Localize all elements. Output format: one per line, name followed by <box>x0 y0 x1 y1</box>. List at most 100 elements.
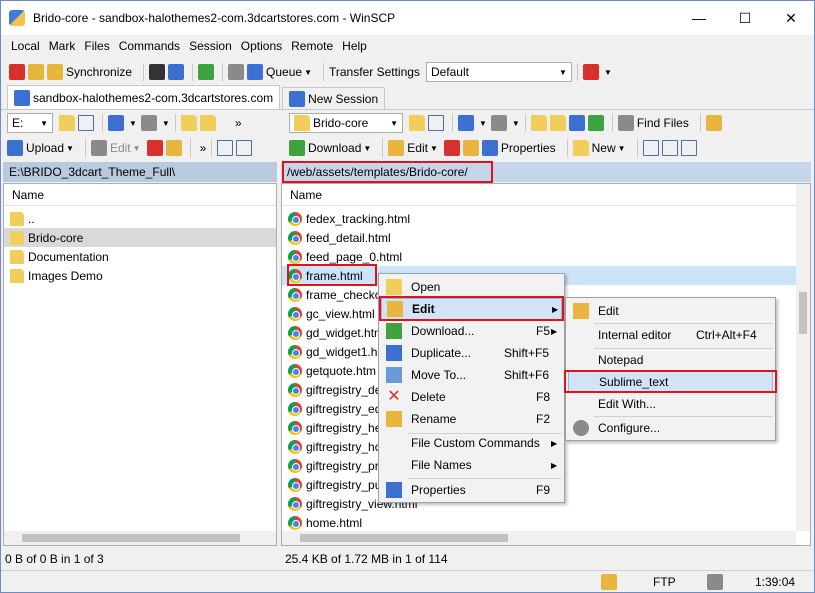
list-item[interactable]: Documentation <box>4 247 276 266</box>
submenu-item-notepad[interactable]: Notepad <box>568 349 773 371</box>
putty-icon[interactable] <box>168 64 185 80</box>
filter-icon[interactable] <box>78 115 94 131</box>
left-edit-button[interactable]: Edit ▼ <box>90 140 141 156</box>
more-chevron-icon[interactable]: » <box>200 141 207 155</box>
plus-select-icon[interactable] <box>217 140 234 156</box>
left-path-bar[interactable]: E:\BRIDO_3dcart_Theme_Full\ <box>3 162 277 182</box>
rename-icon[interactable] <box>462 140 479 156</box>
table-row[interactable]: feed_detail.html <box>282 228 796 247</box>
list-item[interactable]: Images Demo <box>4 266 276 285</box>
refresh-icon[interactable] <box>587 115 604 131</box>
menu-item-download[interactable]: Download... F5 ▶ <box>381 320 562 342</box>
more-chevron-icon[interactable]: » <box>235 116 242 130</box>
scrollbar-thumb[interactable] <box>300 534 508 542</box>
download-button[interactable]: Download ▼ <box>289 140 371 156</box>
left-horizontal-scrollbar[interactable] <box>4 531 276 545</box>
upload-button[interactable]: Upload ▼ <box>7 140 74 156</box>
menu-help[interactable]: Help <box>338 39 371 53</box>
filter-icon[interactable] <box>428 115 444 131</box>
close-button[interactable]: ✕ <box>768 1 814 35</box>
menu-mark[interactable]: Mark <box>45 39 80 53</box>
menu-item-open[interactable]: Open <box>381 276 562 298</box>
minus-select-icon[interactable] <box>236 140 253 156</box>
preferences-icon[interactable] <box>198 64 215 80</box>
table-row[interactable]: feed_page_0.html <box>282 247 796 266</box>
menu-item-move-to[interactable]: Move To... Shift+F6 <box>381 364 562 386</box>
menu-session[interactable]: Session <box>185 39 236 53</box>
menu-commands[interactable]: Commands <box>115 39 184 53</box>
forward-arrow-icon[interactable] <box>140 115 157 131</box>
toolbar-separator <box>143 63 145 81</box>
scrollbar-thumb[interactable] <box>799 292 807 334</box>
delete-icon[interactable] <box>443 140 460 156</box>
right-path-bar[interactable]: /web/assets/templates/Brido-core/ <box>281 162 811 182</box>
root-directory-icon[interactable] <box>549 115 566 131</box>
compare-directories-icon[interactable] <box>9 64 25 80</box>
console-icon[interactable] <box>149 64 166 80</box>
chevron-down-icon[interactable]: ▼ <box>129 119 137 128</box>
list-item[interactable]: .. <box>4 209 276 228</box>
submenu-item-configure[interactable]: Configure... <box>568 417 773 439</box>
open-folder-icon[interactable] <box>59 115 75 131</box>
chevron-down-icon[interactable]: ▼ <box>162 119 170 128</box>
rename-icon[interactable] <box>165 140 182 156</box>
winscp-window: Brido-core - sandbox-halothemes2-com.3dc… <box>0 0 815 593</box>
list-item[interactable]: Brido-core <box>4 228 276 247</box>
right-column-name[interactable]: Name <box>282 184 796 206</box>
new-button[interactable]: New ▼ <box>572 140 626 156</box>
tree-icon[interactable] <box>705 115 722 131</box>
submenu-item-sublime-text[interactable]: Sublime_text <box>568 371 773 393</box>
menu-item-file-names[interactable]: File Names ▶ <box>381 454 562 476</box>
right-vertical-scrollbar[interactable] <box>796 184 810 531</box>
right-horizontal-scrollbar[interactable] <box>282 531 796 545</box>
menu-item-rename[interactable]: Rename F2 <box>381 408 562 430</box>
gear-icon[interactable] <box>228 64 245 80</box>
table-row[interactable]: home.html <box>282 513 796 532</box>
left-drive-select[interactable]: E: ▼ <box>7 113 53 133</box>
find-files-button[interactable]: Find Files <box>617 115 689 131</box>
delete-icon[interactable] <box>146 140 163 156</box>
chevron-down-icon[interactable]: ▼ <box>604 68 612 77</box>
menu-options[interactable]: Options <box>237 39 286 53</box>
menu-item-file-custom-commands[interactable]: File Custom Commands ▶ <box>381 432 562 454</box>
plus-select-icon[interactable] <box>642 140 659 156</box>
table-row[interactable]: fedex_tracking.html <box>282 209 796 228</box>
maximize-button[interactable]: ☐ <box>722 1 768 35</box>
tab-session-sandbox[interactable]: sandbox-halothemes2-com.3dcartstores.com <box>7 85 281 109</box>
right-edit-button[interactable]: Edit ▼ <box>388 140 438 156</box>
chrome-html-icon <box>288 325 302 340</box>
filter-icon[interactable] <box>680 140 697 156</box>
parent-directory-icon[interactable] <box>180 115 197 131</box>
open-folder-icon[interactable] <box>409 115 425 131</box>
chevron-down-icon[interactable]: ▼ <box>512 119 520 128</box>
submenu-item-edit-with[interactable]: Edit With... <box>568 393 773 415</box>
submenu-item-edit[interactable]: Edit <box>568 300 773 322</box>
back-arrow-icon[interactable] <box>458 115 474 131</box>
menu-item-properties[interactable]: Properties F9 <box>381 479 562 501</box>
queue-button[interactable]: Queue ▼ <box>247 64 312 80</box>
minimize-button[interactable]: — <box>676 1 722 35</box>
synchronize-button[interactable]: Synchronize <box>47 64 132 80</box>
properties-button[interactable]: Properties <box>481 140 556 156</box>
menu-files[interactable]: Files <box>80 39 113 53</box>
synchronize-browsing-icon[interactable] <box>28 64 44 80</box>
menu-item-delete[interactable]: ✕ Delete F8 <box>381 386 562 408</box>
left-column-name[interactable]: Name <box>4 184 276 206</box>
menu-item-duplicate[interactable]: Duplicate... Shift+F5 <box>381 342 562 364</box>
chevron-down-icon[interactable]: ▼ <box>479 119 487 128</box>
tab-new-session[interactable]: New Session <box>282 87 386 109</box>
right-folder-select[interactable]: Brido-core ▼ <box>289 113 403 133</box>
parent-directory-icon[interactable] <box>530 115 547 131</box>
transfer-settings-select[interactable]: Default ▼ <box>425 62 572 82</box>
home-icon[interactable] <box>568 115 585 131</box>
back-arrow-icon[interactable] <box>108 115 124 131</box>
root-directory-icon[interactable] <box>199 115 216 131</box>
forward-arrow-icon[interactable] <box>490 115 507 131</box>
menu-item-edit[interactable]: Edit ▶ <box>381 298 562 320</box>
menu-remote[interactable]: Remote <box>287 39 337 53</box>
reconnect-icon[interactable] <box>582 64 599 80</box>
scrollbar-thumb[interactable] <box>22 534 240 542</box>
minus-select-icon[interactable] <box>661 140 678 156</box>
menu-local[interactable]: Local <box>7 39 44 53</box>
submenu-item-internal-editor[interactable]: Internal editor Ctrl+Alt+F4 <box>568 324 773 346</box>
